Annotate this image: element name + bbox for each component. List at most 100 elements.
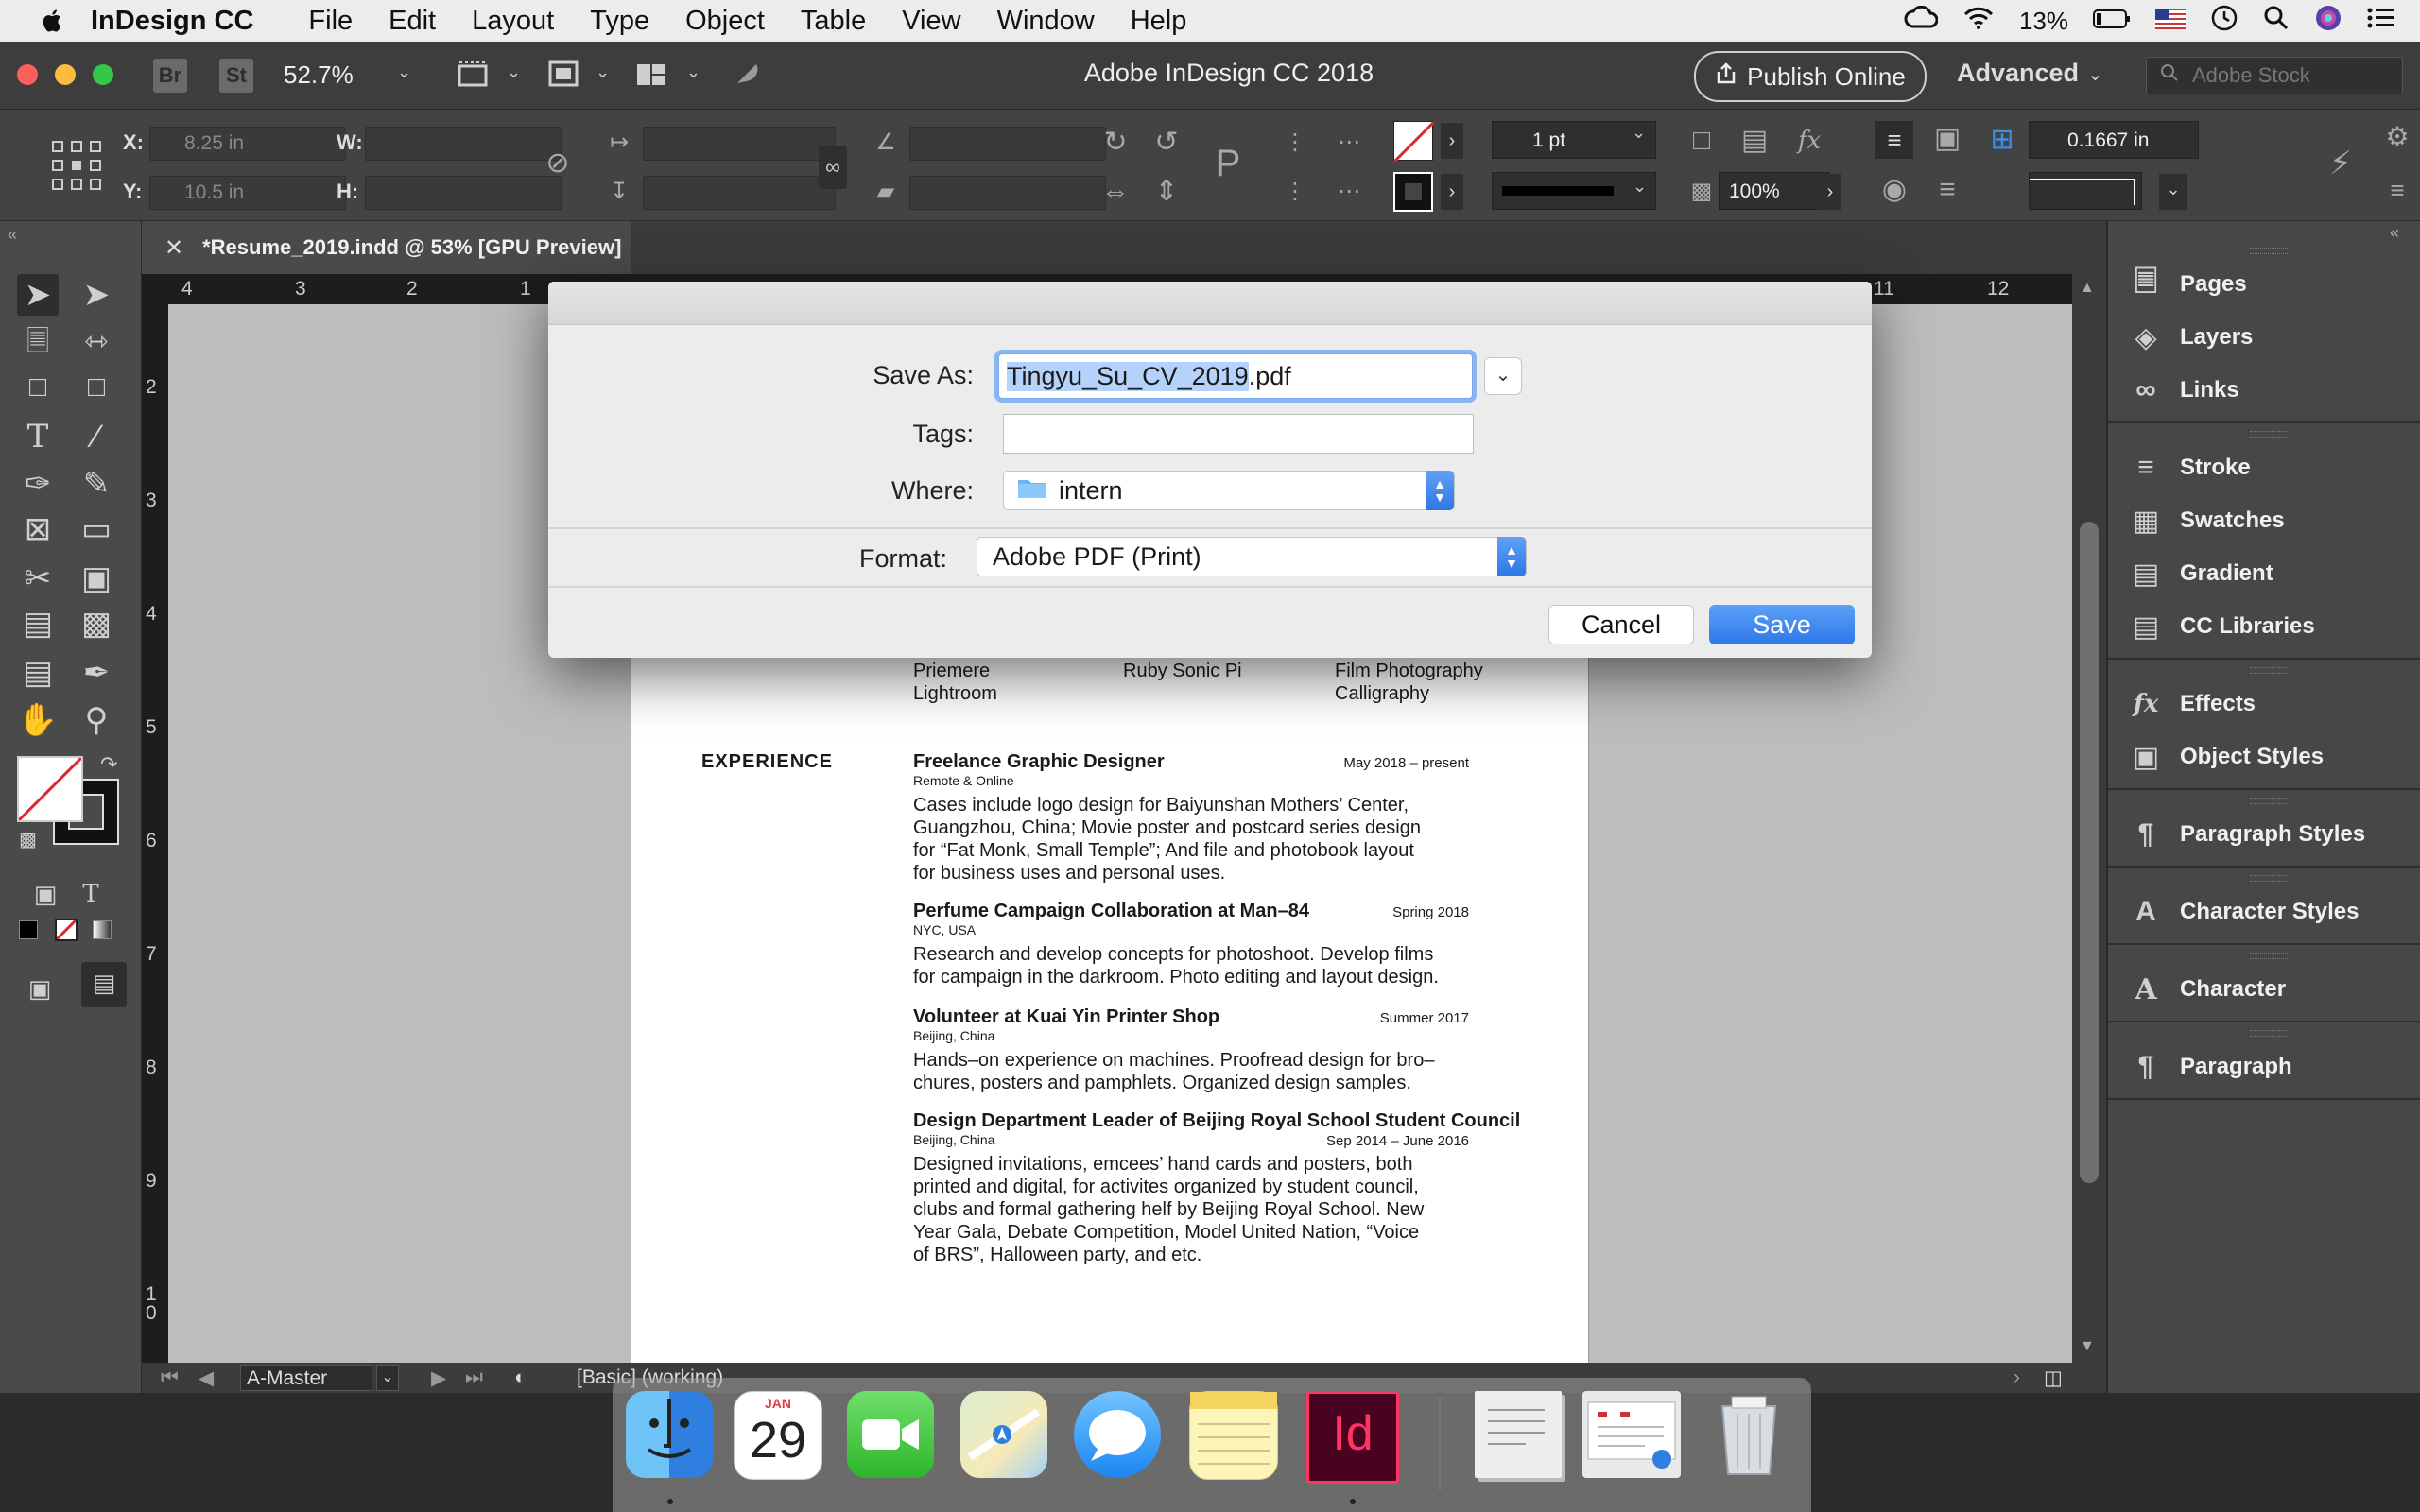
zoom-level[interactable]: 52.7% bbox=[284, 60, 354, 90]
scroll-down-icon[interactable]: ▼ bbox=[2080, 1338, 2095, 1355]
us-flag-icon[interactable] bbox=[2155, 7, 2186, 36]
view-options-dropdown-icon[interactable]: ⌄ bbox=[507, 62, 521, 82]
menu-view[interactable]: View bbox=[902, 6, 960, 37]
menu-type[interactable]: Type bbox=[590, 6, 649, 37]
select-content-icon[interactable]: ⋮ bbox=[1276, 176, 1314, 208]
maps-icon[interactable] bbox=[960, 1391, 1047, 1478]
panel-grip[interactable] bbox=[2250, 667, 2288, 674]
panel-stroke[interactable]: ≡ Stroke bbox=[2108, 442, 2420, 493]
menu-app-name[interactable]: InDesign CC bbox=[91, 6, 253, 37]
stroke-weight-dropdown-icon[interactable]: ⌄ bbox=[1632, 123, 1646, 143]
stock-button[interactable]: St bbox=[219, 59, 253, 93]
bridge-button[interactable]: Br bbox=[153, 59, 187, 93]
page-tool-icon[interactable]: 🗏 bbox=[17, 321, 59, 363]
path-type-icon[interactable]: P bbox=[1206, 145, 1250, 182]
gradient-feather-tool-icon[interactable]: ▩ bbox=[76, 603, 117, 644]
panel-swatches[interactable]: ▦ Swatches bbox=[2108, 495, 2420, 546]
select-container-icon[interactable]: ⋮ bbox=[1276, 127, 1314, 159]
apple-icon[interactable] bbox=[40, 8, 62, 34]
panel-grip[interactable] bbox=[2250, 1030, 2288, 1037]
format-select[interactable]: Adobe PDF (Print) ▲ ▼ bbox=[977, 537, 1527, 576]
formatting-container-icon[interactable]: ▣ bbox=[25, 873, 66, 915]
panel-effects[interactable]: fx Effects bbox=[2108, 679, 2420, 730]
preview-mode-icon[interactable]: ▤ bbox=[81, 962, 127, 1007]
adobe-stock-search[interactable]: Adobe Stock bbox=[2146, 57, 2403, 94]
panel-grip[interactable] bbox=[2250, 953, 2288, 959]
rotate-ccw-icon[interactable]: ↺ bbox=[1148, 127, 1185, 159]
scroll-up-icon[interactable]: ▲ bbox=[2080, 280, 2095, 297]
pen-tool-icon[interactable]: ✑ bbox=[17, 463, 59, 505]
shear-field[interactable] bbox=[909, 176, 1106, 210]
trash-icon[interactable] bbox=[1705, 1391, 1792, 1478]
control-panel-settings-icon[interactable]: ⚙ bbox=[2378, 121, 2416, 153]
height-field[interactable] bbox=[365, 176, 562, 210]
scale-y-field[interactable] bbox=[643, 176, 836, 210]
last-page-icon[interactable]: ⏭ bbox=[465, 1366, 483, 1389]
panel-cc-libraries[interactable]: ▤ CC Libraries bbox=[2108, 601, 2420, 652]
close-window-button[interactable] bbox=[17, 64, 38, 85]
gap-tool-icon[interactable]: ⇿ bbox=[76, 321, 117, 363]
reference-point-icon[interactable] bbox=[51, 140, 102, 191]
cancel-button[interactable]: Cancel bbox=[1548, 605, 1694, 644]
menu-file[interactable]: File bbox=[308, 6, 353, 37]
close-tab-icon[interactable]: ✕ bbox=[164, 234, 183, 262]
stroke-align-icon[interactable]: □ bbox=[1683, 125, 1720, 157]
indesign-dock-icon[interactable]: Id bbox=[1306, 1391, 1399, 1484]
effects-fx-icon[interactable]: fx bbox=[1790, 125, 1828, 157]
downloads-stack-icon[interactable] bbox=[1582, 1391, 1681, 1478]
tags-field[interactable] bbox=[1003, 414, 1474, 454]
apply-none-icon[interactable] bbox=[55, 919, 78, 941]
panel-character[interactable]: A Character bbox=[2108, 964, 2420, 1015]
x-position-field[interactable]: 8.25 in bbox=[149, 127, 346, 161]
eyedropper-tool-icon[interactable]: ✒ bbox=[76, 652, 117, 694]
zoom-window-button[interactable] bbox=[93, 64, 113, 85]
page-dropdown-icon[interactable]: ⌄ bbox=[376, 1365, 399, 1391]
free-transform-tool-icon[interactable]: ▣ bbox=[76, 558, 117, 599]
stroke-swatch[interactable] bbox=[1393, 172, 1433, 212]
notes-icon[interactable] bbox=[1189, 1391, 1278, 1480]
scroll-right-icon[interactable]: › bbox=[2014, 1366, 2020, 1389]
page-number-field[interactable]: A-Master bbox=[240, 1365, 372, 1391]
calendar-icon[interactable]: JAN 29 bbox=[734, 1391, 822, 1480]
panel-grip[interactable] bbox=[2250, 248, 2288, 254]
vertical-scrollbar[interactable]: ▲ ▼ bbox=[2072, 274, 2106, 1363]
where-select[interactable]: intern ▲ ▼ bbox=[1003, 471, 1455, 510]
panel-grip[interactable] bbox=[2250, 798, 2288, 804]
first-page-icon[interactable]: ⏮ bbox=[161, 1366, 179, 1389]
spotlight-search-icon[interactable] bbox=[2263, 5, 2290, 38]
content-collector-tool-icon[interactable]: □ bbox=[17, 367, 59, 408]
previous-page-icon[interactable]: ◀ bbox=[199, 1366, 214, 1390]
line-tool-icon[interactable]: ∕ bbox=[76, 416, 117, 457]
battery-icon[interactable] bbox=[2093, 7, 2131, 36]
arrange-dropdown-icon[interactable]: ⌄ bbox=[686, 62, 700, 82]
menu-layout[interactable]: Layout bbox=[472, 6, 554, 37]
menu-help[interactable]: Help bbox=[1131, 6, 1187, 37]
rectangle-frame-tool-icon[interactable]: ⊠ bbox=[17, 508, 59, 550]
messages-icon[interactable] bbox=[1074, 1391, 1161, 1478]
corner-dropdown-icon[interactable]: ⌄ bbox=[2159, 174, 2187, 210]
y-position-field[interactable]: 10.5 in bbox=[149, 176, 346, 210]
finder-icon[interactable] bbox=[626, 1391, 713, 1478]
type-tool-icon[interactable]: T bbox=[17, 416, 59, 457]
wrap-none-icon[interactable]: ≡ bbox=[1876, 121, 1913, 159]
scissors-tool-icon[interactable]: ✂ bbox=[17, 558, 59, 599]
default-fill-stroke-icon[interactable]: ▩ bbox=[19, 828, 37, 851]
auto-fit-icon[interactable]: ⊞ bbox=[1985, 121, 2019, 159]
hand-tool-icon[interactable]: ✋ bbox=[17, 699, 59, 741]
apply-gradient-icon[interactable] bbox=[93, 920, 112, 939]
workspace-dropdown-icon[interactable]: ⌄ bbox=[2087, 62, 2103, 86]
screen-mode-dropdown-icon[interactable]: ⌄ bbox=[596, 62, 610, 82]
notification-center-icon[interactable] bbox=[2367, 7, 2395, 36]
gradient-swatch-tool-icon[interactable]: ▤ bbox=[17, 603, 59, 644]
menu-object[interactable]: Object bbox=[685, 6, 765, 37]
minimize-window-button[interactable] bbox=[55, 64, 76, 85]
fill-dropdown-icon[interactable]: › bbox=[1441, 123, 1463, 159]
rotate-cw-icon[interactable]: ↻ bbox=[1097, 127, 1134, 159]
control-panel-menu-icon[interactable]: ≡ bbox=[2378, 174, 2416, 206]
open-page-icon[interactable]: ◐ bbox=[514, 1366, 527, 1389]
direct-selection-tool-icon[interactable]: ➤ bbox=[76, 274, 117, 316]
panel-object-styles[interactable]: ▣ Object Styles bbox=[2108, 731, 2420, 782]
arrange-documents-icon[interactable] bbox=[633, 59, 671, 91]
scrollbar-thumb[interactable] bbox=[2080, 522, 2099, 1183]
next-page-icon[interactable]: ▶ bbox=[431, 1366, 446, 1390]
